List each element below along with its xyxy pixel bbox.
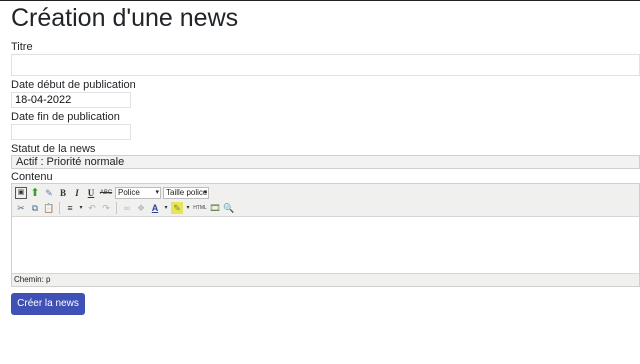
editor-path-bar: Chemin: p xyxy=(12,273,639,286)
date-debut-label: Date début de publication xyxy=(11,79,136,91)
titre-input[interactable] xyxy=(11,54,640,76)
editor-toolbar: ▣ ⬆ ✎ B I U ABC Police ▾ Taille police ▾ ✂… xyxy=(12,184,639,217)
toolbar-row-2: ✂ ⧉ 📋 ≡ ▾ ↶ ↷ ∞ ❖ A ▾ ✎ ▾ HTML 🎞 🔍 xyxy=(15,201,235,215)
bullet-list-icon[interactable]: ≡ xyxy=(64,202,76,214)
font-select-arrow-icon: ▾ xyxy=(155,189,159,196)
undo-icon[interactable]: ↶ xyxy=(86,202,98,214)
highlight-color-icon[interactable]: ✎ xyxy=(171,202,183,214)
copy-icon[interactable]: ⧉ xyxy=(29,202,41,214)
text-color-icon[interactable]: A xyxy=(149,202,161,214)
upload-icon[interactable]: ⬆ xyxy=(29,187,41,199)
redo-icon[interactable]: ↷ xyxy=(100,202,112,214)
font-select-value: Police xyxy=(118,188,140,197)
bold-icon[interactable]: B xyxy=(57,187,69,199)
date-fin-input[interactable] xyxy=(11,124,131,140)
html-icon[interactable]: HTML xyxy=(193,202,207,214)
font-size-select-arrow-icon: ▾ xyxy=(203,189,207,196)
toolbar-row-1: ▣ ⬆ ✎ B I U ABC Police ▾ Taille police ▾ xyxy=(15,186,209,200)
link-icon[interactable]: ∞ xyxy=(121,202,133,214)
font-size-select[interactable]: Taille police ▾ xyxy=(163,187,209,199)
toolbar-divider xyxy=(59,202,60,214)
create-news-button[interactable]: Créer la news xyxy=(11,293,85,315)
source-icon[interactable]: ▣ xyxy=(15,187,27,199)
date-fin-label: Date fin de publication xyxy=(11,111,120,123)
paste-icon[interactable]: 📋 xyxy=(43,202,55,214)
date-debut-input[interactable]: 18-04-2022 xyxy=(11,92,131,108)
media-icon[interactable]: 🎞 xyxy=(209,202,221,214)
titre-label: Titre xyxy=(11,41,33,53)
statut-select[interactable]: Actif : Priorité normale xyxy=(11,155,640,169)
rich-text-editor: ▣ ⬆ ✎ B I U ABC Police ▾ Taille police ▾ ✂… xyxy=(11,183,640,287)
editor-content-area[interactable] xyxy=(12,217,639,275)
font-size-select-value: Taille police xyxy=(166,188,208,197)
list-dropdown-icon[interactable]: ▾ xyxy=(78,202,84,214)
edit-icon[interactable]: ✎ xyxy=(43,187,55,199)
highlight-dropdown-icon[interactable]: ▾ xyxy=(185,202,191,214)
text-color-dropdown-icon[interactable]: ▾ xyxy=(163,202,169,214)
cut-icon[interactable]: ✂ xyxy=(15,202,27,214)
toolbar-divider xyxy=(116,202,117,214)
strikethrough-icon[interactable]: ABC xyxy=(99,187,113,199)
unlink-icon[interactable]: ❖ xyxy=(135,202,147,214)
search-replace-icon[interactable]: 🔍 xyxy=(223,202,235,214)
page-title: Création d'une news xyxy=(11,4,239,32)
italic-icon[interactable]: I xyxy=(71,187,83,199)
underline-icon[interactable]: U xyxy=(85,187,97,199)
font-select[interactable]: Police ▾ xyxy=(115,187,161,199)
